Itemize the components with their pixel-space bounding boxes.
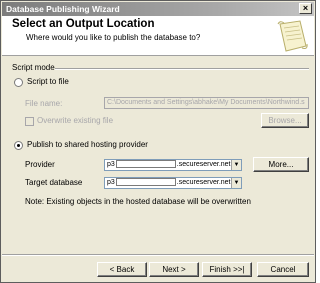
publish-radio[interactable] (14, 141, 23, 150)
target-prefix: p3 (107, 179, 115, 186)
script-mode-group-label: Script mode (12, 63, 55, 72)
footer-divider (2, 254, 314, 256)
back-button[interactable]: < Back (97, 262, 147, 277)
title-bar: Database Publishing Wizard × (2, 2, 314, 16)
overwrite-label[interactable]: Overwrite existing file (37, 116, 113, 125)
script-to-file-radio[interactable] (14, 78, 23, 87)
page-title: Select an Output Location (12, 18, 155, 30)
provider-label: Provider (25, 160, 55, 169)
redacted-box (115, 160, 176, 169)
browse-button[interactable]: Browse... (261, 113, 309, 128)
group-divider (55, 68, 309, 70)
target-database-label: Target database (25, 178, 83, 187)
close-icon[interactable]: × (299, 3, 312, 14)
redacted-box (115, 178, 176, 187)
radio-selected-dot (17, 144, 20, 147)
provider-select[interactable]: p3 .secureserver.net ▼ (104, 159, 242, 171)
page-subtitle: Where would you like to publish the data… (26, 33, 201, 42)
wizard-window: Database Publishing Wizard × Select an O… (0, 0, 316, 283)
overwrite-checkbox[interactable] (25, 117, 34, 126)
target-database-select[interactable]: p3 .secureserver.net ▼ (104, 177, 242, 189)
file-name-label: File name: (25, 99, 63, 108)
cancel-button[interactable]: Cancel (257, 262, 309, 277)
more-button[interactable]: More... (253, 157, 309, 172)
provider-prefix: p3 (107, 161, 115, 168)
dropdown-arrow-icon[interactable]: ▼ (231, 178, 241, 188)
next-button[interactable]: Next > (149, 262, 199, 277)
provider-suffix: .secureserver.net (176, 161, 231, 168)
wizard-header: Select an Output Location Where would yo… (2, 16, 314, 56)
publish-label[interactable]: Publish to shared hosting provider (27, 140, 148, 149)
overwrite-note: Note: Existing objects in the hosted dat… (25, 197, 251, 206)
target-suffix: .secureserver.net (176, 179, 231, 186)
window-title: Database Publishing Wizard (6, 4, 120, 14)
script-to-file-label[interactable]: Script to file (27, 77, 69, 86)
scroll-wizard-icon (277, 20, 308, 52)
file-name-input[interactable]: C:\Documents and Settings\abhake\My Docu… (104, 97, 309, 109)
dropdown-arrow-icon[interactable]: ▼ (231, 160, 241, 170)
finish-button[interactable]: Finish >>| (202, 262, 252, 277)
